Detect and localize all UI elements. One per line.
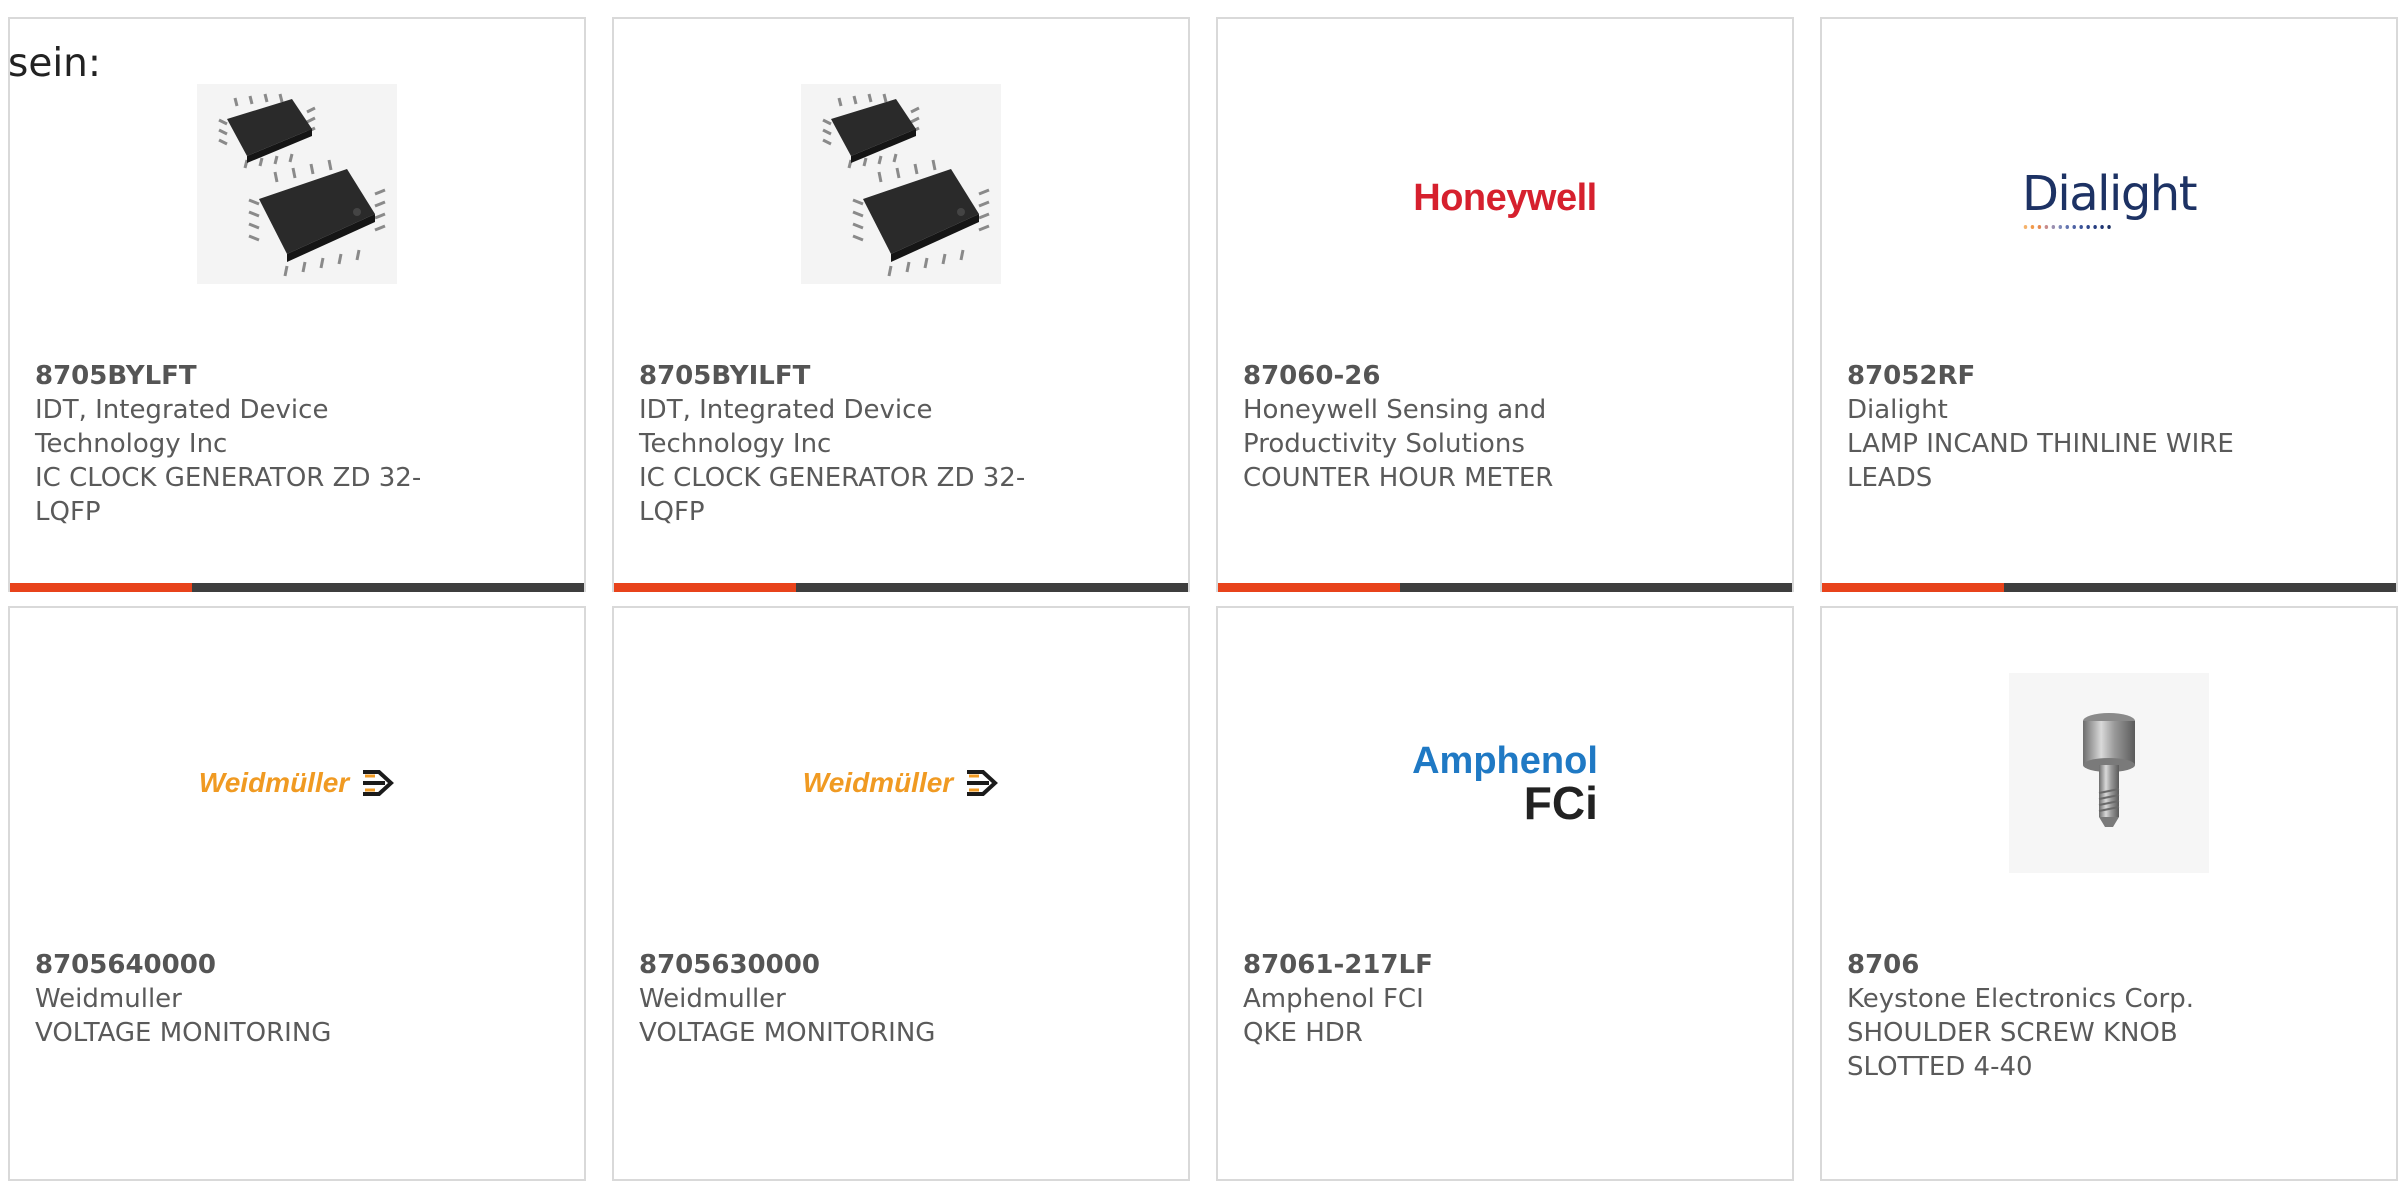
manufacturer-line: Weidmuller xyxy=(639,984,786,1014)
product-image xyxy=(614,19,1188,349)
dialight-logo-text: Dialight xyxy=(2021,166,2198,222)
weidmuller-mark-icon xyxy=(967,770,999,796)
weidmuller-mark-icon xyxy=(363,770,395,796)
product-card[interactable]: Weidmüller 8705640000 Weidmuller VOLTAGE… xyxy=(8,606,586,1181)
part-number[interactable]: 8705BYLFT xyxy=(35,359,435,393)
description-line: LQFP xyxy=(639,497,705,527)
description-line: SHOULDER SCREW KNOB xyxy=(1847,1018,2178,1048)
product-card[interactable]: Dialight 87052RF Dialight LAMP INCAND TH… xyxy=(1820,17,2398,592)
fci-logo-text: FCi xyxy=(1523,777,1598,829)
product-image: Dialight xyxy=(1822,19,2396,349)
description-line: VOLTAGE MONITORING xyxy=(35,1018,332,1048)
amphenol-logo-text: Amphenol xyxy=(1412,740,1598,782)
card-progress-bar xyxy=(10,583,584,592)
part-number[interactable]: 8705630000 xyxy=(639,948,1039,982)
weidmuller-logo: Weidmüller xyxy=(803,767,999,799)
manufacturer-line: Technology Inc xyxy=(639,429,832,459)
product-info: 8706 Keystone Electronics Corp. SHOULDER… xyxy=(1847,948,2247,1084)
weidmuller-logo: Weidmüller xyxy=(199,767,395,799)
manufacturer-line: Amphenol FCI xyxy=(1243,984,1424,1014)
product-card[interactable]: Weidmüller 8705630000 Weidmuller VOLTAGE… xyxy=(612,606,1190,1181)
card-bar-accent xyxy=(10,583,192,592)
product-image: Weidmüller xyxy=(10,608,584,938)
product-image xyxy=(1822,608,2396,938)
part-number[interactable]: 87060-26 xyxy=(1243,359,1643,393)
intro-text: sein: xyxy=(8,41,102,86)
part-number[interactable]: 87052RF xyxy=(1847,359,2247,393)
part-number[interactable]: 8705640000 xyxy=(35,948,435,982)
card-bar-accent xyxy=(1822,583,2004,592)
manufacturer-line: Honeywell Sensing and xyxy=(1243,395,1547,425)
description-line: QKE HDR xyxy=(1243,1018,1363,1048)
product-image: Amphenol FCi xyxy=(1218,608,1792,938)
manufacturer-line: Keystone Electronics Corp. xyxy=(1847,984,2195,1014)
manufacturer-line: IDT, Integrated Device xyxy=(639,395,933,425)
ic-chip-icon xyxy=(197,84,397,284)
card-progress-bar xyxy=(1218,583,1792,592)
product-info: 8705BYLFT IDT, Integrated Device Technol… xyxy=(35,359,435,529)
product-info: 87052RF Dialight LAMP INCAND THINLINE WI… xyxy=(1847,359,2247,495)
product-card[interactable]: Honeywell 87060-26 Honeywell Sensing and… xyxy=(1216,17,1794,592)
description-line: IC CLOCK GENERATOR ZD 32- xyxy=(639,463,1026,493)
description-line: LQFP xyxy=(35,497,101,527)
description-line: LEADS xyxy=(1847,463,1933,493)
product-card[interactable]: Amphenol FCi 87061-217LF Amphenol FCI QK… xyxy=(1216,606,1794,1181)
product-info: 87061-217LF Amphenol FCI QKE HDR xyxy=(1243,948,1643,1050)
product-card[interactable]: 8705BYLFT IDT, Integrated Device Technol… xyxy=(8,17,586,592)
description-line: SLOTTED 4-40 xyxy=(1847,1052,2033,1082)
weidmuller-logo-text: Weidmüller xyxy=(198,767,350,798)
card-progress-bar xyxy=(1822,583,2396,592)
manufacturer-line: IDT, Integrated Device xyxy=(35,395,329,425)
honeywell-logo: Honeywell xyxy=(1413,176,1597,219)
card-bar-accent xyxy=(614,583,796,592)
card-bar-accent xyxy=(1218,583,1400,592)
description-line: LAMP INCAND THINLINE WIRE xyxy=(1847,429,2234,459)
screw-knob-icon xyxy=(2009,673,2209,873)
product-info: 8705BYILFT IDT, Integrated Device Techno… xyxy=(639,359,1039,529)
manufacturer-line: Dialight xyxy=(1847,395,1948,425)
product-info: 87060-26 Honeywell Sensing and Productiv… xyxy=(1243,359,1643,495)
product-card[interactable]: 8706 Keystone Electronics Corp. SHOULDER… xyxy=(1820,606,2398,1181)
dialight-logo: Dialight xyxy=(2021,166,2198,232)
manufacturer-line: Technology Inc xyxy=(35,429,228,459)
weidmuller-logo-text: Weidmüller xyxy=(802,767,954,798)
manufacturer-line: Productivity Solutions xyxy=(1243,429,1525,459)
part-number[interactable]: 87061-217LF xyxy=(1243,948,1643,982)
part-number[interactable]: 8705BYILFT xyxy=(639,359,1039,393)
manufacturer-line: Weidmuller xyxy=(35,984,182,1014)
product-info: 8705630000 Weidmuller VOLTAGE MONITORING xyxy=(639,948,1039,1050)
amphenol-fci-logo: Amphenol FCi xyxy=(1412,740,1598,829)
description-line: COUNTER HOUR METER xyxy=(1243,463,1554,493)
description-line: VOLTAGE MONITORING xyxy=(639,1018,936,1048)
dialight-dots-icon xyxy=(2023,225,2111,229)
product-grid: 8705BYLFT IDT, Integrated Device Technol… xyxy=(0,0,2400,1181)
product-info: 8705640000 Weidmuller VOLTAGE MONITORING xyxy=(35,948,435,1050)
product-image: Weidmüller xyxy=(614,608,1188,938)
part-number[interactable]: 8706 xyxy=(1847,948,2247,982)
ic-chip-icon xyxy=(801,84,1001,284)
product-image: Honeywell xyxy=(1218,19,1792,349)
product-card[interactable]: 8705BYILFT IDT, Integrated Device Techno… xyxy=(612,17,1190,592)
card-progress-bar xyxy=(614,583,1188,592)
description-line: IC CLOCK GENERATOR ZD 32- xyxy=(35,463,422,493)
